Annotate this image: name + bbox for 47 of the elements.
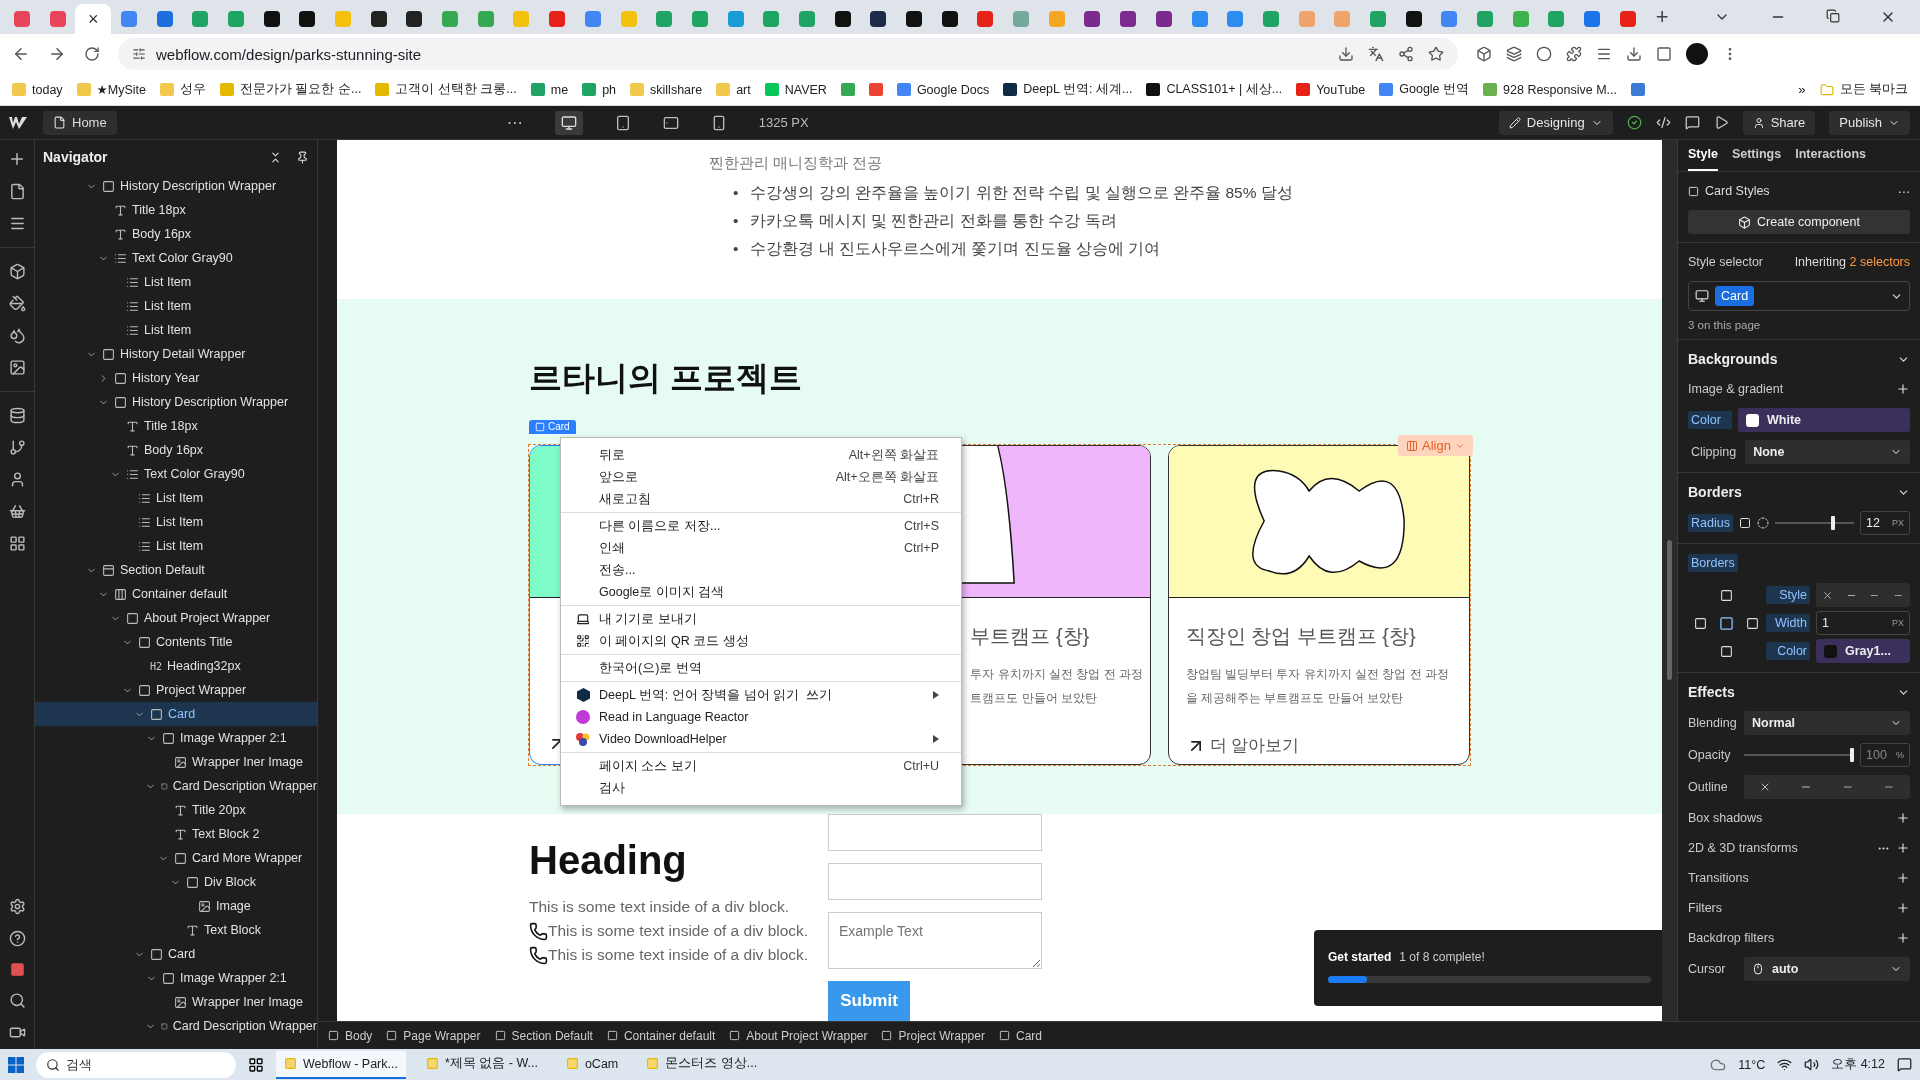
body-text: This is some text inside of a div block. <box>548 945 809 965</box>
heading: Heading <box>529 838 688 883</box>
field-label: Opacity <box>1688 748 1732 762</box>
section-heading: 르타니의 프로젝트 <box>529 358 804 399</box>
field-label: Blending <box>1688 716 1738 730</box>
body-text: This is some text inside of a div block. <box>529 897 790 917</box>
style-name: Card Styles <box>1705 184 1771 198</box>
card-title: 부트캠프 {창} <box>970 624 1091 650</box>
section-title: Borders <box>1688 484 1743 500</box>
field-label: 2D & 3D transforms <box>1688 841 1799 855</box>
field-label: Outline <box>1688 780 1729 794</box>
bullet-marker: • <box>733 211 739 231</box>
section-title: Effects <box>1688 684 1736 700</box>
field-label: Color <box>1688 411 1732 429</box>
temperature: 11°C <box>1738 1057 1766 1072</box>
inheriting-text: Inheriting 2 selectors <box>1794 255 1910 269</box>
field-label: Clipping <box>1690 444 1738 461</box>
field-label: Filters <box>1688 901 1724 915</box>
section-title: Backgrounds <box>1688 351 1779 367</box>
field-label: Box shadows <box>1688 811 1764 825</box>
field-label: Backdrop filters <box>1688 931 1776 945</box>
canvas-width: 1325 PX <box>758 115 809 130</box>
element-tag: Card <box>529 420 576 435</box>
card-description: 투자 유치까지 실전 창업 전 과정 트캠프도 만들어 보았탄 <box>970 666 1143 708</box>
card-title: 직장인 창업 부트캠프 {창} <box>1185 624 1417 650</box>
field-label: Style selector <box>1688 255 1765 269</box>
field-label: Image & gradient <box>1688 382 1785 396</box>
field-label: Cursor <box>1688 962 1727 976</box>
field-label: Radius <box>1688 514 1733 532</box>
usage-note: 3 on this page <box>1688 319 1762 331</box>
heading-tag: H2 <box>150 660 163 672</box>
field-label: Color <box>1766 642 1810 660</box>
field-label: Width <box>1766 614 1810 632</box>
field-label: Style <box>1766 586 1810 604</box>
toast-text: Get started 1 of 8 complete! <box>1328 950 1486 964</box>
field-label: Transitions <box>1688 871 1750 885</box>
list-item: 수강환경 내 진도사우르스에게 쫓기며 진도율 상승에 기여 <box>750 239 1161 259</box>
body-text: This is some text inside of a div block. <box>548 921 809 941</box>
clock: 오후 4:12 <box>1831 1056 1885 1073</box>
panel-title: Navigator <box>43 149 109 165</box>
field-label: Borders <box>1688 554 1738 572</box>
list-item: 카카오톡 메시지 및 찐한관리 전화를 통한 수강 독려 <box>750 211 1117 231</box>
bullet-marker: • <box>733 183 739 203</box>
intro-text: 찐한관리 매니징학과 전공 <box>709 154 884 173</box>
bullet-marker: • <box>733 239 739 259</box>
list-item: 수강생의 강의 완주율을 높이기 위한 전략 수립 및 실행으로 완주율 85% 달성 <box>750 183 1293 203</box>
card-description: 창업팀 빌딩부터 투자 유치까지 실전 창업 전 과정 을 제공해주는 부트캠프도 만들어 보았탄 <box>1185 666 1449 708</box>
